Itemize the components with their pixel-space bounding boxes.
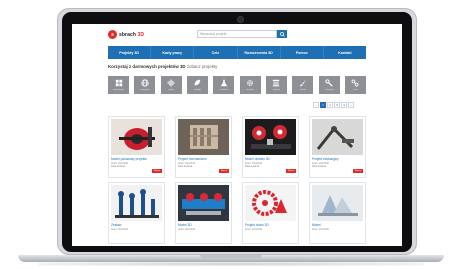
pagination-page-2[interactable]: 2: [327, 102, 333, 108]
nav-item-worksheets[interactable]: Karty pracy: [151, 46, 195, 59]
laptop-shadow: [38, 262, 424, 266]
intro-subtext[interactable]: zobacz projekty: [187, 64, 218, 69]
project-meta: Autor: sbrach3d: [245, 228, 262, 231]
category-history[interactable]: Historia: [265, 76, 287, 94]
site-header: s sbrach 3D Wyszukaj projekt: [72, 24, 402, 46]
project-card[interactable]: Projekt edukacyjny Autor: sbrach3d Data …: [309, 116, 366, 178]
pagination-page-4[interactable]: 4: [341, 102, 347, 108]
main-nav: Projekty 3D Karty pracy Cele Rozszerzeni…: [108, 46, 366, 59]
search-button[interactable]: [277, 30, 287, 38]
category-label: Sztuka: [299, 89, 307, 91]
category-bar: Matematyka Geografia Fizyka Biologia Che…: [108, 76, 366, 94]
category-biology[interactable]: Biologia: [186, 76, 208, 94]
project-meta: Autor: sbrach3d: [178, 228, 195, 231]
project-title[interactable]: Model 3D: [178, 223, 230, 227]
category-geography[interactable]: Geografia: [134, 76, 156, 94]
details-button[interactable]: Więcej: [219, 169, 229, 173]
webcam-icon: [238, 17, 243, 22]
category-label: Matematyka: [112, 89, 125, 91]
project-card[interactable]: Zestaw Autor: sbrach3d: [108, 182, 165, 244]
project-card[interactable]: Projekt druku 3D Autor: sbrach3d: [242, 182, 299, 244]
globe-icon: [141, 79, 149, 87]
project-card[interactable]: Projekt mechanizmu Autor: sbrach3d Data …: [175, 116, 232, 178]
pagination-prev[interactable]: ‹: [313, 102, 319, 108]
search-icon: [279, 31, 285, 37]
project-title[interactable]: Model obiektu 3D: [245, 157, 297, 161]
leaf-icon: [195, 79, 201, 86]
project-thumbnail[interactable]: [111, 119, 162, 155]
search-input[interactable]: Wyszukaj projekt: [197, 30, 277, 38]
brush-icon: [299, 79, 306, 87]
project-thumbnail[interactable]: [245, 119, 296, 155]
logo-suffix: 3D: [137, 31, 145, 38]
project-thumbnail[interactable]: [178, 185, 229, 221]
pagination: ‹ 1 2 3 4 ›: [312, 102, 354, 108]
nav-item-contact[interactable]: Kontakt: [324, 46, 366, 59]
category-chemistry[interactable]: Chemia: [213, 76, 235, 94]
intro-text: Korzystaj z darmowych projektów 3D zobac…: [108, 64, 366, 72]
project-meta: Autor: sbrach3d: [312, 228, 329, 231]
project-card[interactable]: Model 3D Autor: sbrach3d: [175, 182, 232, 244]
project-meta: Autor: sbrach3d: [111, 228, 128, 231]
project-card[interactable]: Model pokazowy projektu Autor: sbrach3d …: [108, 116, 165, 178]
grid-icon: [115, 79, 122, 87]
project-meta: Data dodania: [111, 165, 126, 168]
flask-icon: [220, 79, 228, 87]
category-label: Chemia: [220, 89, 228, 91]
details-button[interactable]: Więcej: [152, 169, 162, 173]
project-title[interactable]: Model pokazowy projektu: [111, 157, 163, 161]
laptop-base-notch: [200, 255, 262, 258]
tools-icon: [352, 79, 359, 87]
gear-icon: [247, 80, 254, 86]
intro-title: Korzystaj z darmowych projektów 3D: [108, 64, 186, 69]
wrench-icon: [325, 79, 333, 87]
nav-item-projects[interactable]: Projekty 3D: [108, 46, 152, 59]
site-logo[interactable]: s sbrach 3D: [108, 30, 144, 39]
category-technology[interactable]: Technika: [239, 76, 261, 94]
project-card[interactable]: Model obiektu 3D Autor: sbrach3d Data do…: [242, 116, 299, 178]
logo-text: sbrach 3D: [119, 31, 145, 38]
nav-item-help[interactable]: Pomoc: [281, 46, 324, 59]
column-icon: [273, 79, 280, 87]
category-physics[interactable]: Fizyka: [160, 76, 182, 94]
project-card[interactable]: Model Autor: sbrach3d: [309, 182, 366, 244]
project-title[interactable]: Projekt mechanizmu: [178, 157, 230, 161]
project-title[interactable]: Projekt druku 3D: [245, 223, 297, 227]
category-label: Inne: [353, 89, 358, 91]
nav-item-extensions[interactable]: Rozszerzenia 3D: [238, 46, 281, 59]
pagination-next[interactable]: ›: [348, 102, 354, 108]
category-robotics[interactable]: Robotyka: [318, 76, 340, 94]
category-label: Fizyka: [167, 89, 175, 91]
category-label: Biologia: [193, 89, 202, 91]
project-meta: Data dodania: [245, 165, 260, 168]
project-title[interactable]: Zestaw: [111, 223, 163, 227]
project-thumbnail[interactable]: [245, 185, 296, 221]
project-thumbnail[interactable]: [312, 185, 363, 221]
atom-icon: [167, 79, 175, 87]
project-thumbnail[interactable]: [312, 119, 363, 155]
project-meta: Data dodania: [178, 165, 193, 168]
project-title[interactable]: Projekt edukacyjny: [312, 157, 364, 161]
details-button[interactable]: Więcej: [353, 169, 363, 173]
logo-mark-icon: s: [108, 30, 117, 39]
project-title[interactable]: Model: [312, 223, 364, 227]
browser-screen: s sbrach 3D Wyszukaj projekt Projekty 3D…: [72, 24, 402, 246]
category-other[interactable]: Inne: [344, 76, 366, 94]
category-label: Robotyka: [324, 89, 334, 91]
project-meta: Data dodania: [312, 165, 327, 168]
category-math[interactable]: Matematyka: [108, 76, 129, 94]
details-button[interactable]: Więcej: [286, 169, 296, 173]
category-label: Historia: [272, 89, 281, 91]
project-thumbnail[interactable]: [111, 185, 162, 221]
category-art[interactable]: Sztuka: [292, 76, 314, 94]
project-thumbnail[interactable]: [178, 119, 229, 155]
pagination-page-1[interactable]: 1: [320, 102, 326, 108]
pagination-page-3[interactable]: 3: [334, 102, 340, 108]
nav-item-goals[interactable]: Cele: [194, 46, 238, 59]
category-label: Technika: [245, 89, 255, 91]
category-label: Geografia: [140, 89, 150, 91]
